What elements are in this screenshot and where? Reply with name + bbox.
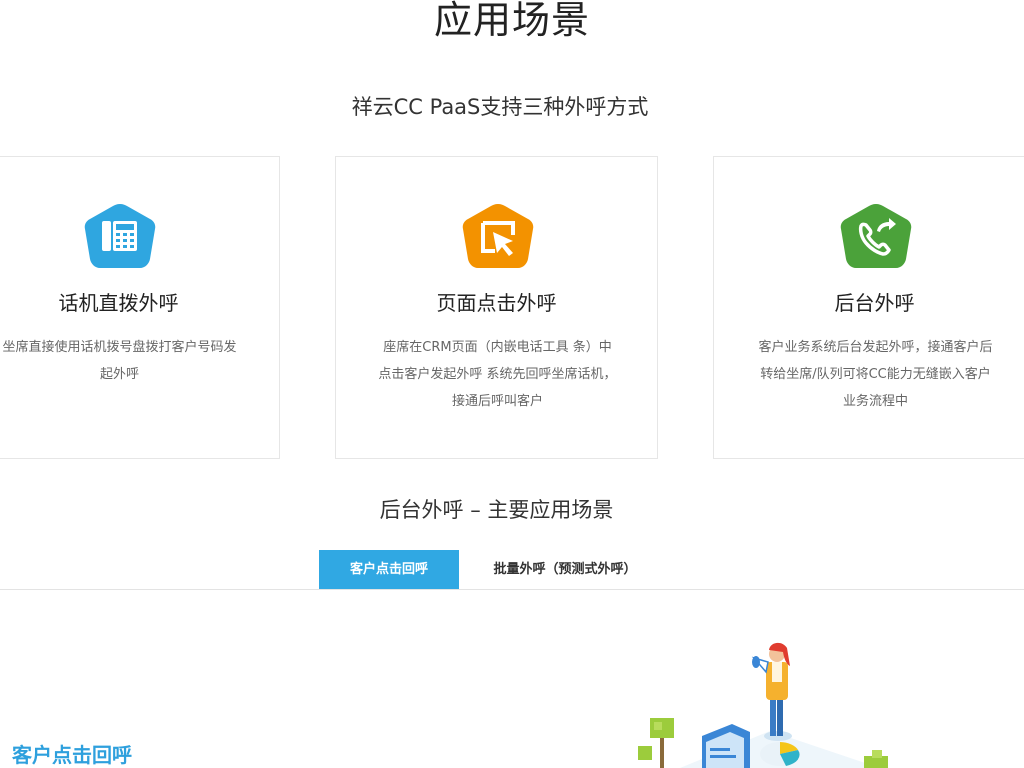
callback-illustration	[620, 636, 920, 768]
card-desc-line: 座席在CRM页面（内嵌电话工具 条）中	[383, 340, 612, 355]
tree-icon	[638, 718, 674, 768]
card-desc-line: 起外呼	[99, 367, 139, 382]
person-with-megaphone-icon	[751, 642, 792, 741]
card-title: 页面点击外呼	[436, 291, 557, 315]
phone-screen-icon	[702, 724, 750, 768]
card-desc-line: 坐席直接使用话机拨号盘拨打客户号码发	[2, 340, 237, 355]
pie-chart-icon	[760, 742, 800, 766]
section-title-background-call-scenarios: 后台外呼 – 主要应用场景	[379, 498, 614, 522]
shrub-icon	[864, 750, 888, 768]
desk-phone-icon	[83, 201, 157, 273]
tabs-divider	[0, 589, 1024, 590]
card-page-click: 页面点击外呼 座席在CRM页面（内嵌电话工具 条）中 点击客户发起外呼 系统先回…	[335, 156, 658, 459]
card-background-call: 后台外呼 客户业务系统后台发起外呼，接通客户后 转给坐席/队列可将CC能力无缝嵌…	[713, 156, 1024, 459]
card-description: 座席在CRM页面（内嵌电话工具 条）中 点击客户发起外呼 系统先回呼坐席话机， …	[378, 334, 617, 415]
card-desc-line: 点击客户发起外呼 系统先回呼坐席话机，	[378, 367, 617, 382]
card-desc-line: 客户业务系统后台发起外呼，接通客户后	[758, 340, 993, 355]
card-description: 坐席直接使用话机拨号盘拨打客户号码发 起外呼	[0, 334, 239, 388]
page-subtitle: 祥云CC PaaS支持三种外呼方式	[351, 95, 649, 119]
page-title: 应用场景	[433, 0, 590, 42]
phone-transfer-icon	[839, 201, 913, 273]
page: 应用场景 祥云CC PaaS支持三种外呼方式 话机直拨外呼 坐席直接使用话机拨号…	[0, 0, 1024, 768]
card-desc-line: 接通后呼叫客户	[451, 394, 543, 409]
card-desc-line: 业务流程中	[842, 394, 908, 409]
card-desc-line: 转给坐席/队列可将CC能力无缝嵌入客户	[760, 367, 991, 382]
tab-click-callback[interactable]: 客户点击回呼	[319, 550, 459, 590]
tab-batch-outbound[interactable]: 批量外呼（预测式外呼）	[470, 550, 660, 590]
card-description: 客户业务系统后台发起外呼，接通客户后 转给坐席/队列可将CC能力无缝嵌入客户 业…	[756, 334, 995, 415]
card-title: 话机直拨外呼	[58, 291, 179, 315]
card-direct-dial: 话机直拨外呼 坐席直接使用话机拨号盘拨打客户号码发 起外呼	[0, 156, 280, 459]
scene-title: 客户点击回呼	[12, 743, 132, 767]
click-cursor-icon	[461, 201, 535, 273]
card-title: 后台外呼	[834, 291, 915, 315]
